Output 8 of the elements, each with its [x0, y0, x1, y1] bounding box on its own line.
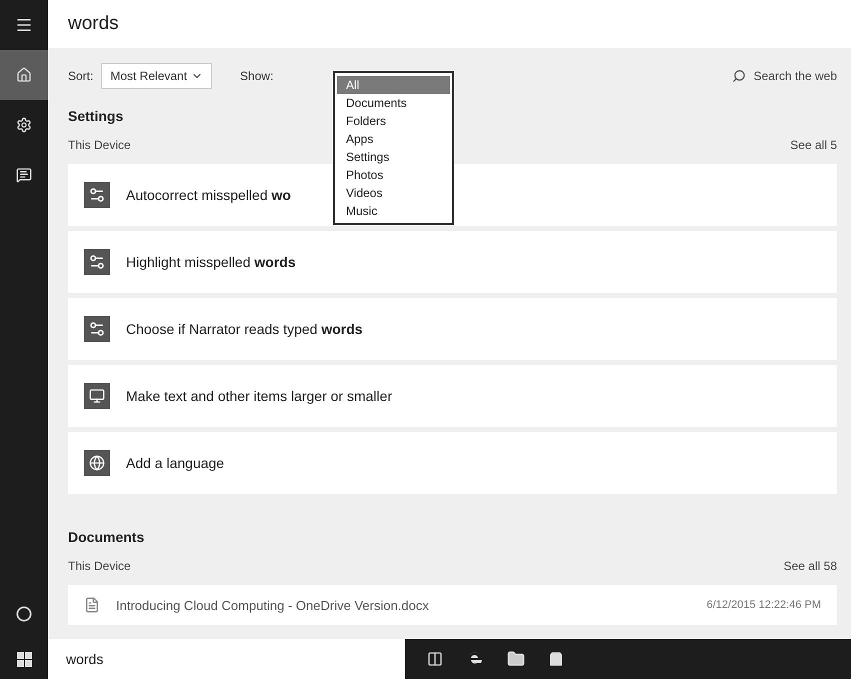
document-date: 6/12/2015 12:22:46 PM: [706, 599, 821, 611]
sort-label: Sort:: [68, 69, 94, 83]
search-text: words: [68, 13, 119, 35]
section-heading: Documents: [68, 529, 144, 545]
show-label: Show:: [240, 69, 274, 83]
scope-label: This Device: [68, 559, 131, 573]
scope-label: This Device: [68, 138, 131, 152]
section-heading: Settings: [68, 108, 124, 124]
